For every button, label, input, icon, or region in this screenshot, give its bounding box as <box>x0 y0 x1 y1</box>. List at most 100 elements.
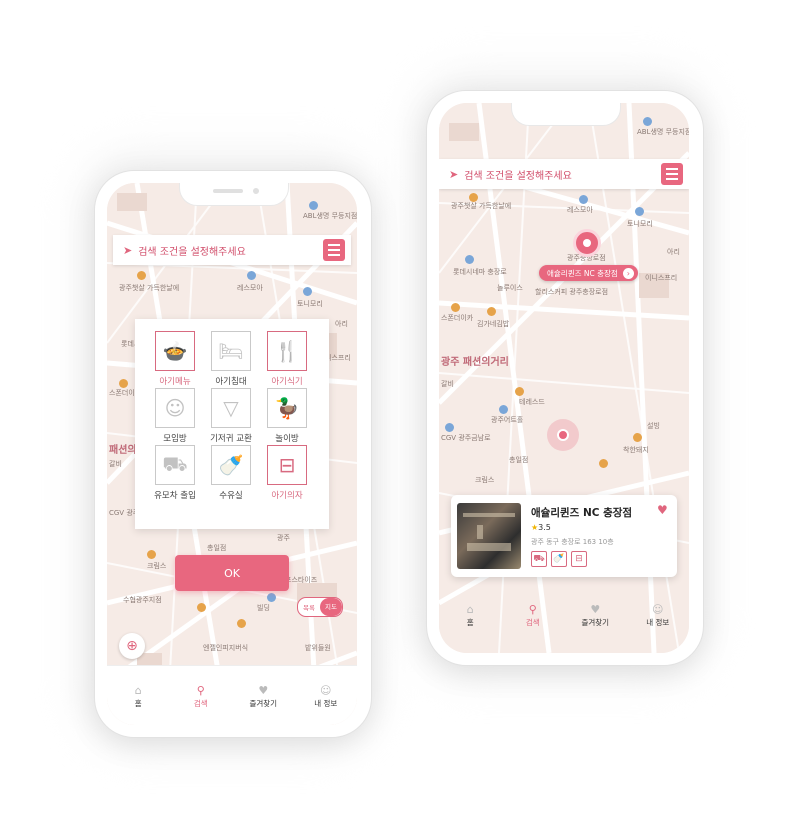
map-pin-icon <box>197 603 206 612</box>
heart-icon: ♥ <box>590 602 601 616</box>
tab-heart[interactable]: ♥ 즐겨찾기 <box>233 666 293 725</box>
navigation-arrow-icon: ➤ <box>449 167 459 181</box>
camera <box>253 188 259 194</box>
list-view-option[interactable]: 목록 <box>298 602 320 612</box>
map-label: 놀루이스 <box>497 284 523 292</box>
map-label: 김가네김밥 <box>477 320 510 328</box>
rating-value: 3.5 <box>538 523 551 532</box>
marker-callout[interactable]: 애슐리퀸즈 NC 충장점 › <box>539 265 638 281</box>
current-location-icon <box>547 419 579 451</box>
tab-search[interactable]: ⚲ 검색 <box>503 595 563 635</box>
filter-item-high-chair[interactable]: ⊟ 아기의자 <box>259 445 315 502</box>
filter-item-baby-bed[interactable]: 🛏 아기침대 <box>203 331 259 388</box>
place-name: 애슐리퀸즈 NC 충장점 <box>531 507 633 519</box>
place-card[interactable]: 애슐리퀸즈 NC 충장점 ♥ ★3.5 광주 동구 충장로 163 10층 ⛟ … <box>451 495 677 577</box>
map-label: 이니스프리 <box>645 274 678 282</box>
map-label: 엔젤인피지버식 <box>203 644 249 652</box>
map-pin-icon <box>469 193 478 202</box>
filter-item-nursing-room[interactable]: 🍼 수유실 <box>203 445 259 502</box>
user-icon: ☺ <box>652 602 664 616</box>
view-toggle[interactable]: 목록 지도 <box>297 597 343 617</box>
map-pin-icon <box>267 593 276 602</box>
my-location-button[interactable]: ⊕ <box>119 633 145 659</box>
bottom-tab-bar: ⌂ 홈 ⚲ 검색 ♥ 즐겨찾기 ☺ 내 정보 <box>107 665 357 725</box>
tab-home[interactable]: ⌂ 홈 <box>440 595 500 635</box>
filter-label: 수유실 <box>219 491 243 501</box>
left-phone: ABL생명 무등지점 광주챗살 가득한날에 레스모아 토니모리 롯데시네마 충장… <box>94 170 372 738</box>
map-pin-icon <box>579 195 588 204</box>
map-label: ABL생명 무등지점 <box>637 128 689 136</box>
restaurant-marker[interactable] <box>573 229 601 257</box>
map-label: 빌딩 <box>257 604 270 612</box>
search-icon: ⚲ <box>528 602 537 616</box>
tab-heart[interactable]: ♥ 즐겨찾기 <box>565 595 625 635</box>
home-icon: ⌂ <box>466 602 474 616</box>
tab-label: 검색 <box>525 617 540 627</box>
utensils-icon: 🍴 <box>267 331 307 371</box>
tab-label: 홈 <box>134 698 142 708</box>
map-pin-icon <box>465 255 474 264</box>
tab-user[interactable]: ☺ 내 정보 <box>628 595 688 635</box>
filter-item-baby-menu[interactable]: 🍲 아기메뉴 <box>147 331 203 388</box>
search-bar[interactable]: ➤ 검색 조건을 설정해주세요 <box>113 235 351 265</box>
filter-grid: 🍲 아기메뉴 🛏 아기침대 🍴 아기식기 ☺ 모임방 ▽ 기저귀 교환 🦆 놀이방 ⛟ 유모차… <box>147 331 315 502</box>
navigation-arrow-icon: ➤ <box>123 243 133 257</box>
filter-item-baby-utensils[interactable]: 🍴 아기식기 <box>259 331 315 388</box>
search-bar[interactable]: ➤ 검색 조건을 설정해주세요 <box>439 159 689 189</box>
filter-button[interactable] <box>661 163 683 185</box>
favorite-heart-icon[interactable]: ♥ <box>657 503 668 517</box>
map-pin-icon <box>237 619 246 628</box>
tab-user[interactable]: ☺ 내 정보 <box>296 666 356 725</box>
map-label: CGV 광주금남로 <box>441 434 491 442</box>
home-icon: ⌂ <box>134 683 142 697</box>
filter-item-diaper-change[interactable]: ▽ 기저귀 교환 <box>203 388 259 445</box>
search-placeholder: 검색 조건을 설정해주세요 <box>138 246 246 258</box>
map-label: 아리 <box>335 320 348 328</box>
map-label: 수협광주지점 <box>123 596 162 604</box>
filter-label: 유모차 출입 <box>154 491 196 501</box>
map-label: 크림스 <box>475 476 495 484</box>
tab-label: 검색 <box>193 698 208 708</box>
map-pin-icon <box>487 307 496 316</box>
map-label: 총일점 <box>207 544 227 552</box>
user-icon: ☺ <box>320 683 332 697</box>
map-label: 테레스드 <box>519 398 545 406</box>
map-pin-icon <box>247 271 256 280</box>
highchair-icon: ⊟ <box>571 551 587 567</box>
filter-item-stroller-access[interactable]: ⛟ 유모차 출입 <box>147 445 203 502</box>
tab-label: 즐겨찾기 <box>249 698 278 708</box>
filter-button[interactable] <box>323 239 345 261</box>
map-pin-icon <box>635 207 644 216</box>
stroller-icon: ⛟ <box>531 551 547 567</box>
duck-icon: 🦆 <box>267 388 307 428</box>
callout-label: 애슐리퀸즈 NC 충장점 <box>547 268 618 278</box>
map-label: 밭위들원 <box>305 644 331 652</box>
filter-label: 놀이방 <box>275 434 299 444</box>
place-rating: ★3.5 <box>531 523 551 532</box>
filter-item-playroom[interactable]: 🦆 놀이방 <box>259 388 315 445</box>
bottle-icon: 🍼 <box>211 445 251 485</box>
map-pin-icon <box>147 550 156 559</box>
map-pin-icon <box>303 287 312 296</box>
baby-face-icon: ☺ <box>155 388 195 428</box>
crib-icon: 🛏 <box>211 331 251 371</box>
target-icon: ⊕ <box>126 638 138 654</box>
map-label: 광주어트홀 <box>491 416 524 424</box>
tab-home[interactable]: ⌂ 홈 <box>108 666 168 725</box>
search-icon: ⚲ <box>196 683 205 697</box>
place-address: 광주 동구 충장로 163 10층 <box>531 538 614 546</box>
map-label: 아리 <box>667 248 680 256</box>
map-label: 할리스커피 광주충장로점 <box>535 288 609 296</box>
tab-search[interactable]: ⚲ 검색 <box>171 666 231 725</box>
map-view-option[interactable]: 지도 <box>319 598 342 616</box>
map-label: 포스타이즈 <box>285 576 318 584</box>
ok-button[interactable]: OK <box>175 555 289 591</box>
filter-item-meeting-room[interactable]: ☺ 모임방 <box>147 388 203 445</box>
map-pin-icon <box>309 201 318 210</box>
map-label: 롯데시네마 충장로 <box>453 268 507 276</box>
map-pin-icon <box>451 303 460 312</box>
notch <box>179 183 289 206</box>
filter-label: 아기침대 <box>215 377 247 387</box>
search-placeholder: 검색 조건을 설정해주세요 <box>464 170 572 182</box>
tab-label: 내 정보 <box>314 698 338 708</box>
